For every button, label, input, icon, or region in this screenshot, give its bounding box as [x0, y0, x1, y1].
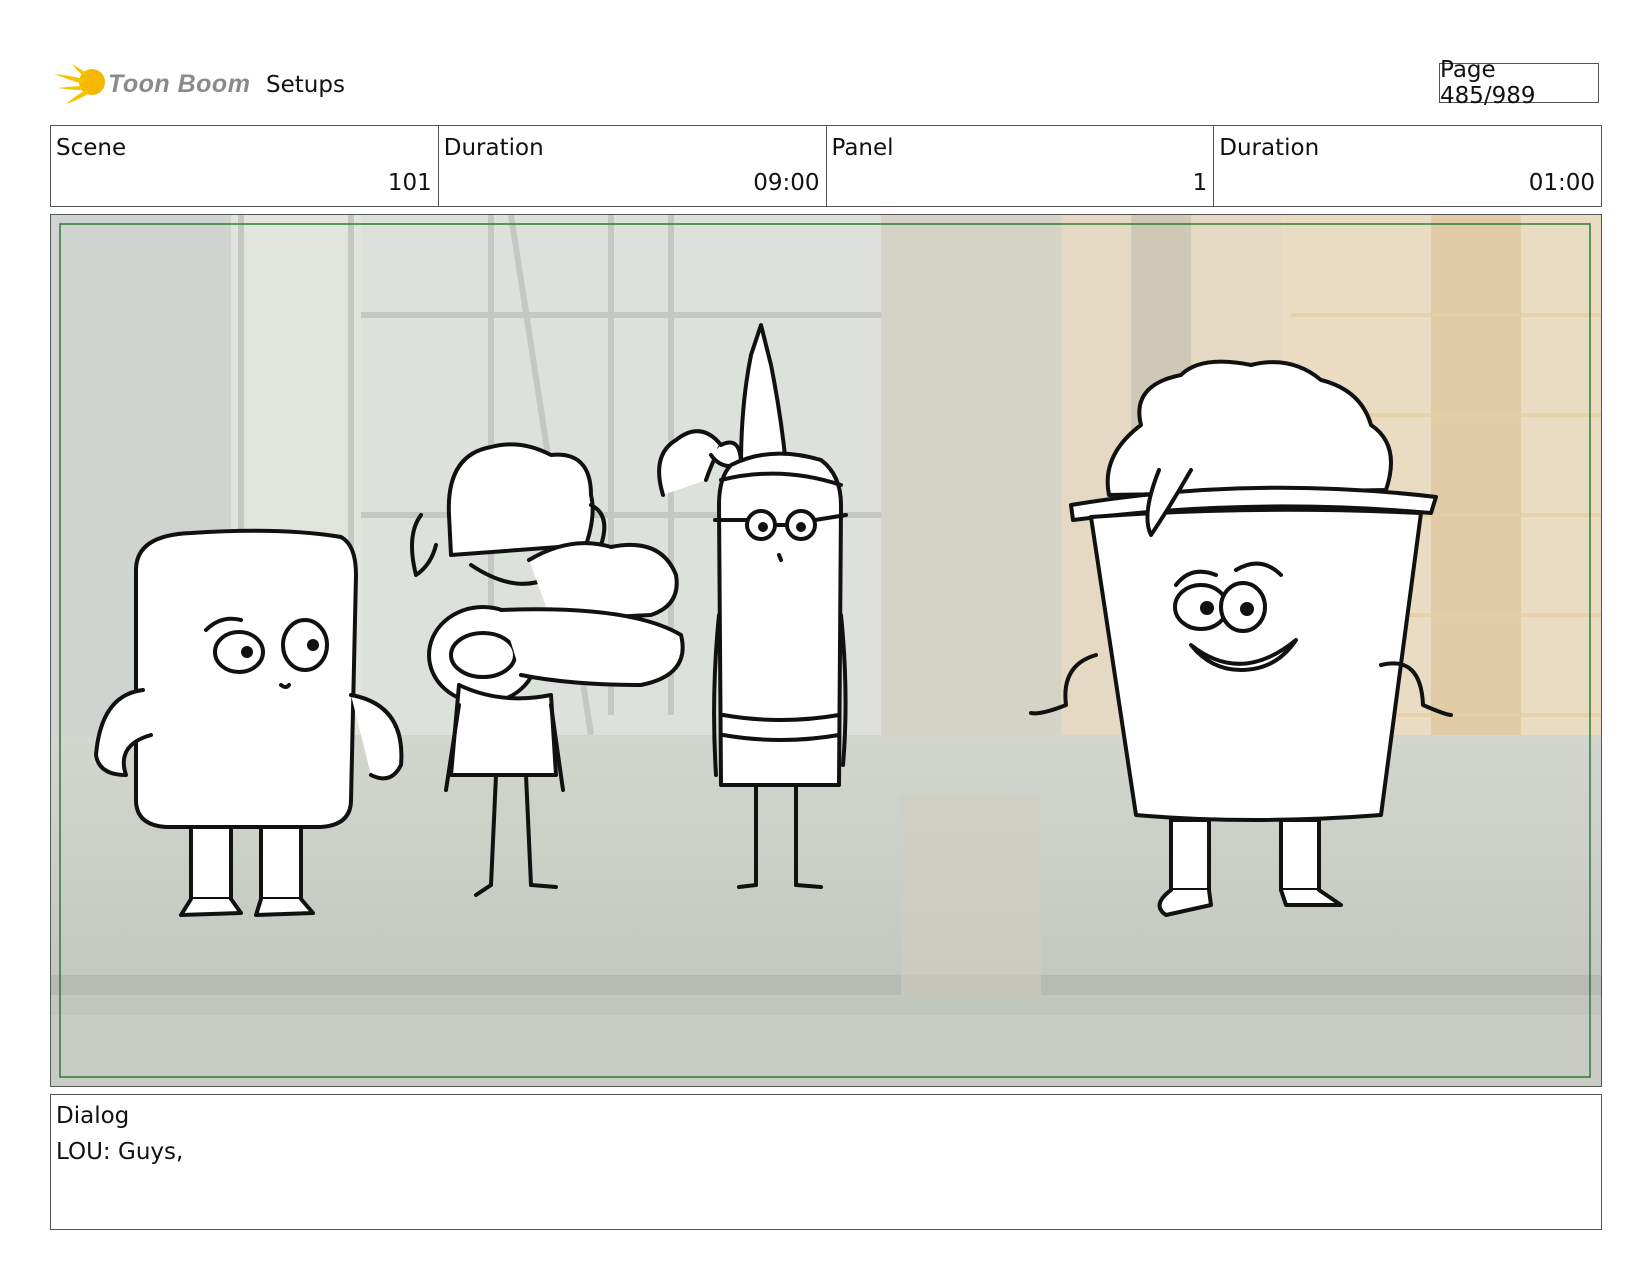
page-title: Setups [266, 72, 345, 98]
scene-label: Scene [56, 135, 127, 161]
dialog-label: Dialog [56, 1103, 130, 1129]
sun-swoosh-icon [54, 64, 105, 104]
panel-value: 1 [1192, 170, 1208, 196]
panel-duration-label: Duration [1219, 135, 1320, 161]
panel-drawing [51, 215, 1601, 1086]
dialog-text: LOU: Guys, [56, 1139, 184, 1165]
panel-cell: Panel 1 [827, 126, 1215, 206]
scene-duration-value: 09:00 [753, 170, 820, 196]
scene-duration-label: Duration [443, 135, 544, 161]
info-table: Scene 101 Duration 09:00 Panel 1 Duratio… [50, 125, 1602, 207]
panel-duration-value: 01:00 [1528, 170, 1595, 196]
brand-wordmark: Toon Boom [108, 70, 251, 98]
panel-duration-cell: Duration 01:00 [1214, 126, 1601, 206]
panel-label: Panel [831, 135, 894, 161]
scene-duration-cell: Duration 09:00 [439, 126, 827, 206]
page-number: Page 485/989 [1439, 57, 1599, 109]
storyboard-panel [50, 214, 1602, 1087]
scene-value: 101 [387, 170, 432, 196]
scene-cell: Scene 101 [51, 126, 439, 206]
dialog-box: Dialog LOU: Guys, [50, 1094, 1602, 1230]
